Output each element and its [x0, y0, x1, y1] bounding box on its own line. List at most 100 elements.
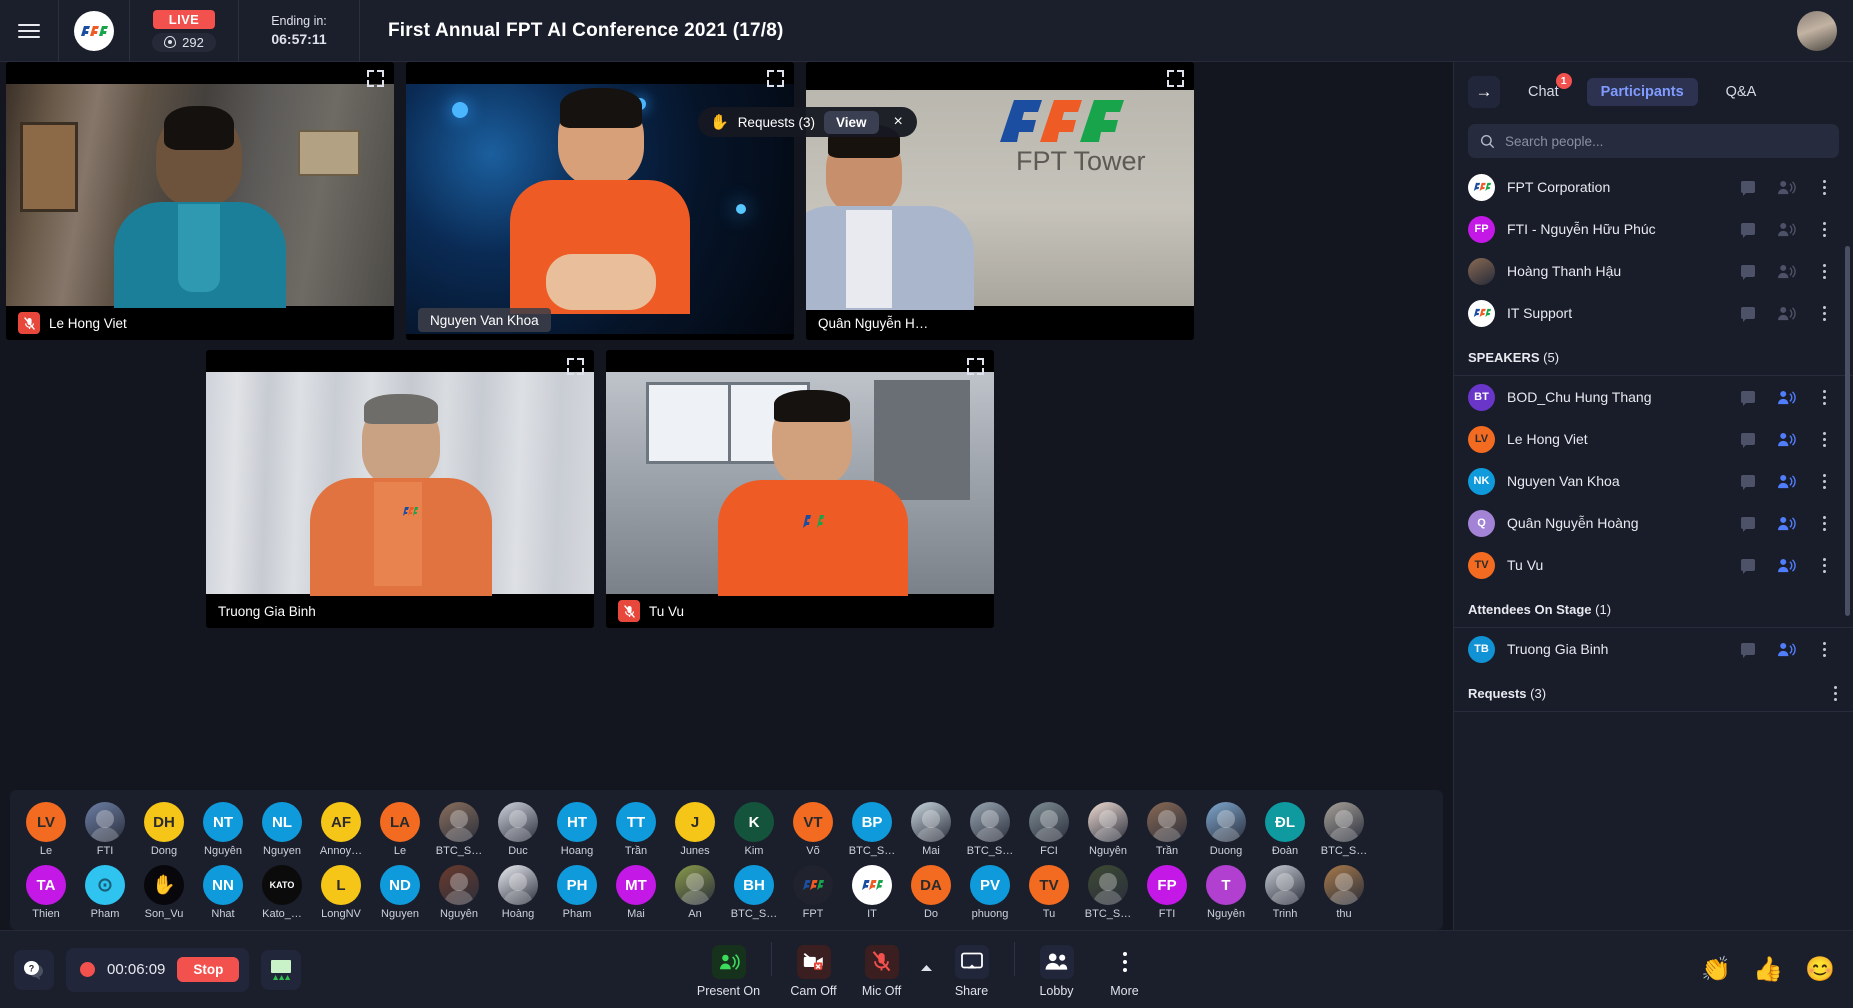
more-options-icon[interactable] [1811, 641, 1837, 657]
attendee-avatar-item[interactable]: Nguyễn [435, 865, 483, 920]
attendee-avatar-item[interactable]: HT Hoang [553, 802, 601, 857]
panel-scrollbar[interactable] [1845, 246, 1850, 616]
chat-icon[interactable] [1735, 559, 1761, 574]
attendee-avatar-item[interactable]: ✋ Son_Vu [140, 865, 188, 920]
more-options-button[interactable]: More [1091, 945, 1159, 998]
chat-icon[interactable] [1735, 265, 1761, 280]
attendee-avatar-strip[interactable]: LV Le FTI DH Dong NT Nguyễn NL Nguyen AF Annoy… LA L… [10, 790, 1443, 930]
attendee-avatar-item[interactable]: BH BTC_S… [730, 865, 778, 920]
attendee-avatar-item[interactable]: BTC_S… [966, 802, 1014, 857]
chat-icon[interactable] [1735, 391, 1761, 406]
attendee-avatar-item[interactable]: An [671, 865, 719, 920]
attendee-avatar-item[interactable]: NL Nguyen [258, 802, 306, 857]
camera-toggle-button[interactable]: Cam Off [780, 944, 848, 998]
view-requests-button[interactable]: View [823, 110, 879, 134]
search-box[interactable] [1468, 124, 1839, 158]
tab-chat[interactable]: Chat 1 [1514, 73, 1573, 106]
attendee-avatar-item[interactable]: T Nguyễn [1202, 865, 1250, 920]
attendee-avatar-item[interactable]: NT Nguyễn [199, 802, 247, 857]
present-on-button[interactable]: Present On [695, 944, 763, 998]
attendee-avatar-item[interactable]: DH Dong [140, 802, 188, 857]
attendee-avatar-item[interactable]: TV Tu [1025, 865, 1073, 920]
tab-participants[interactable]: Participants [1586, 78, 1698, 106]
speaker-permission-icon[interactable] [1773, 432, 1799, 447]
share-screen-button[interactable]: Share [938, 944, 1006, 998]
attendee-avatar-item[interactable]: AF Annoy… [317, 802, 365, 857]
attendee-avatar-item[interactable]: VT Võ [789, 802, 837, 857]
video-tile[interactable]: FPT Tower Quân Nguyễn H… [806, 62, 1194, 340]
attendee-avatar-item[interactable]: FPT [789, 865, 837, 920]
participant-row[interactable]: Hoàng Thanh Hậu [1454, 250, 1853, 292]
attendee-avatar-item[interactable]: PH Pham [553, 865, 601, 920]
attendee-avatar-item[interactable]: Mai [907, 802, 955, 857]
attendee-avatar-item[interactable]: IT [848, 865, 896, 920]
more-options-icon[interactable] [1811, 389, 1837, 405]
attendee-avatar-item[interactable]: BTC_S… [435, 802, 483, 857]
search-input[interactable] [1505, 133, 1827, 149]
speaker-permission-icon[interactable] [1773, 474, 1799, 489]
more-options-icon[interactable] [1834, 686, 1837, 701]
more-options-icon[interactable] [1811, 473, 1837, 489]
more-options-icon[interactable] [1811, 431, 1837, 447]
participant-row[interactable]: TB Truong Gia Binh [1454, 628, 1853, 670]
attendee-avatar-item[interactable]: BP BTC_S… [848, 802, 896, 857]
more-options-icon[interactable] [1811, 305, 1837, 321]
close-icon[interactable]: × [888, 114, 909, 130]
speaker-permission-icon[interactable] [1773, 642, 1799, 657]
speaker-permission-icon[interactable] [1773, 390, 1799, 405]
expand-icon[interactable] [367, 70, 384, 87]
stop-recording-button[interactable]: Stop [177, 957, 240, 982]
attendee-avatar-item[interactable]: L LongNV [317, 865, 365, 920]
attendee-avatar-item[interactable]: TA Thien [22, 865, 70, 920]
attendee-avatar-item[interactable]: BTC_S… [1320, 802, 1368, 857]
attendee-avatar-item[interactable]: TT Trần [612, 802, 660, 857]
attendee-avatar-item[interactable]: DA Do [907, 865, 955, 920]
smile-reaction-icon[interactable]: 😊 [1805, 955, 1835, 984]
attendee-avatar-item[interactable]: LA Le [376, 802, 424, 857]
attendee-avatar-item[interactable]: BTC_S… [1084, 865, 1132, 920]
attendee-avatar-item[interactable]: FTI [81, 802, 129, 857]
chat-icon[interactable] [1735, 433, 1761, 448]
video-tile[interactable]: Nguyen Van Khoa [406, 62, 794, 340]
speaker-permission-icon[interactable] [1773, 222, 1799, 237]
tab-qa[interactable]: Q&A [1712, 78, 1771, 106]
attendee-avatar-item[interactable]: ĐL Đoàn [1261, 802, 1309, 857]
attendee-avatar-item[interactable]: Trinh [1261, 865, 1309, 920]
attendee-avatar-item[interactable]: PV phuong [966, 865, 1014, 920]
expand-icon[interactable] [567, 358, 584, 375]
attendee-avatar-item[interactable]: FP FTI [1143, 865, 1191, 920]
attendee-avatar-item[interactable]: K Kim [730, 802, 778, 857]
attendee-avatar-item[interactable]: ND Nguyen [376, 865, 424, 920]
attendee-avatar-item[interactable]: Hoàng [494, 865, 542, 920]
video-tile[interactable]: Truong Gia Binh [206, 350, 594, 628]
whiteboard-icon[interactable] [261, 949, 302, 990]
attendee-avatar-item[interactable]: Nguyễn [1084, 802, 1132, 857]
expand-icon[interactable] [1167, 70, 1184, 87]
speaker-permission-icon[interactable] [1773, 264, 1799, 279]
chat-icon[interactable] [1735, 643, 1761, 658]
lobby-button[interactable]: Lobby [1023, 944, 1091, 998]
attendee-avatar-item[interactable]: J Junes [671, 802, 719, 857]
participant-row[interactable]: TV Tu Vu [1454, 544, 1853, 586]
expand-icon[interactable] [967, 358, 984, 375]
attendee-avatar-item[interactable]: FCI [1025, 802, 1073, 857]
participant-row[interactable]: NK Nguyen Van Khoa [1454, 460, 1853, 502]
chat-icon[interactable] [1735, 475, 1761, 490]
video-tile[interactable]: Le Hong Viet [6, 62, 394, 340]
chat-icon[interactable] [1735, 181, 1761, 196]
avatar[interactable] [1797, 11, 1837, 51]
collapse-panel-button[interactable]: → [1468, 76, 1500, 108]
attendee-avatar-item[interactable]: KATO Kato_… [258, 865, 306, 920]
more-options-icon[interactable] [1811, 515, 1837, 531]
thumbs-up-reaction-icon[interactable]: 👍 [1753, 955, 1783, 984]
chat-icon[interactable] [1735, 223, 1761, 238]
attendee-avatar-item[interactable]: Duong [1202, 802, 1250, 857]
participant-row[interactable]: FPT Corporation [1454, 166, 1853, 208]
participant-row[interactable]: BT BOD_Chu Hung Thang [1454, 376, 1853, 418]
speaker-permission-icon[interactable] [1773, 516, 1799, 531]
participant-row[interactable]: LV Le Hong Viet [1454, 418, 1853, 460]
attendee-avatar-item[interactable]: NN Nhat [199, 865, 247, 920]
video-tile[interactable]: Tu Vu [606, 350, 994, 628]
mic-toggle-button[interactable]: Mic Off [848, 944, 916, 998]
attendee-avatar-item[interactable]: LV Le [22, 802, 70, 857]
